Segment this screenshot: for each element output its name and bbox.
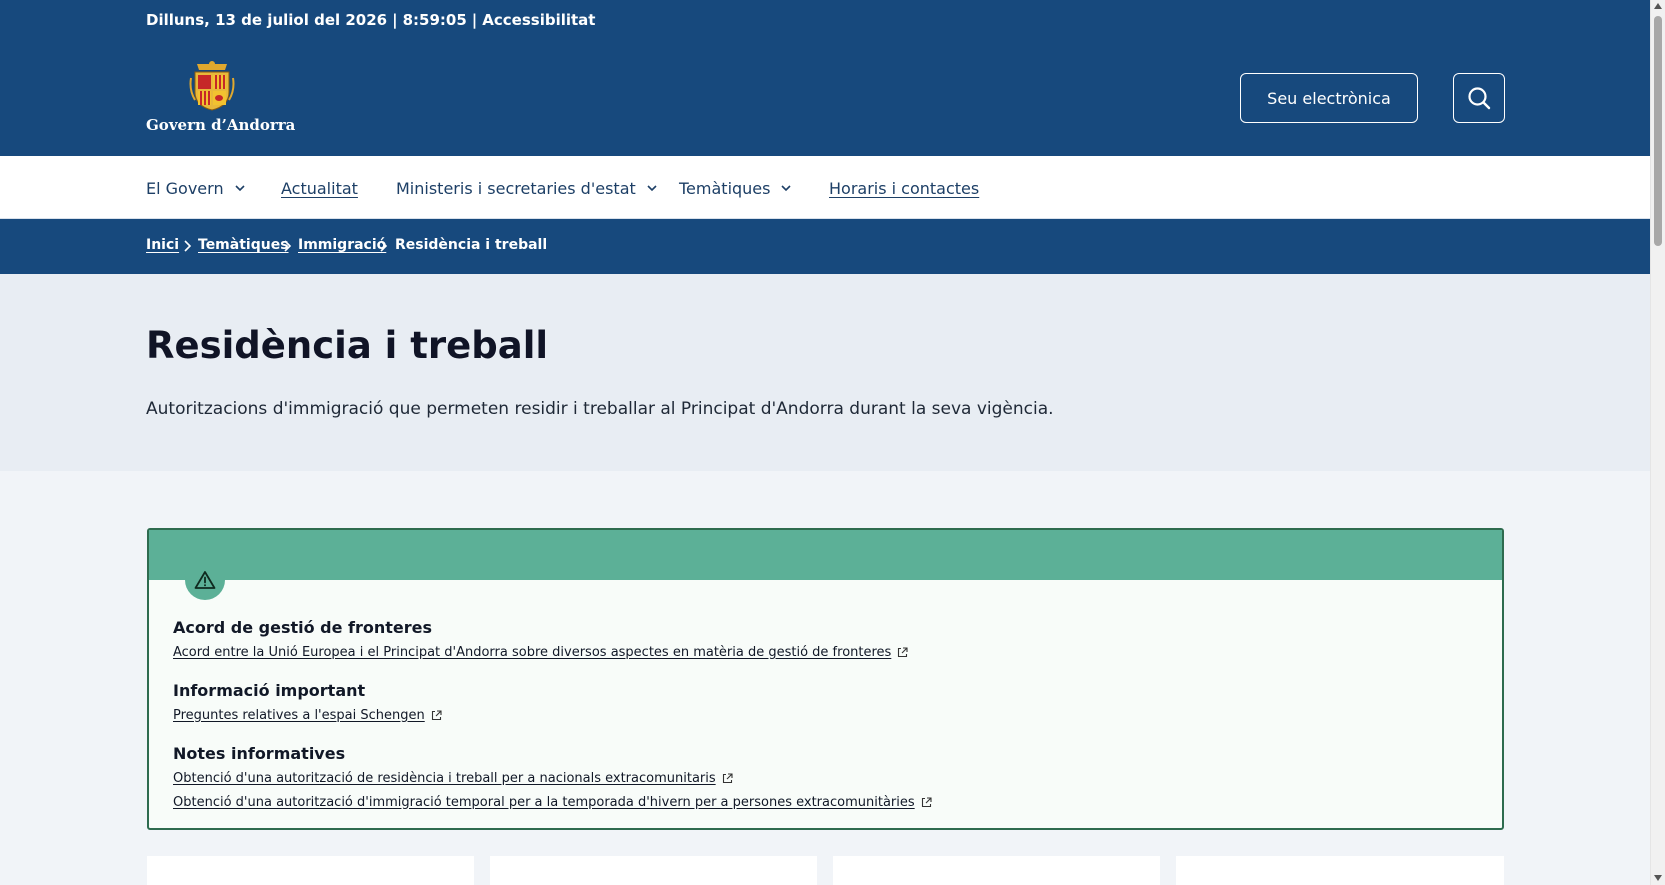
alert-header-band: [149, 530, 1502, 580]
scroll-down-arrow-icon[interactable]: [1654, 875, 1662, 881]
chevron-down-icon: [781, 185, 792, 192]
nav-item-ministeris[interactable]: Ministeris i secretaries d'estat: [396, 177, 658, 199]
external-link-icon: [921, 796, 932, 807]
separator: |: [392, 11, 398, 29]
chevron-right-icon: [184, 240, 192, 252]
alert-icon-badge: [185, 560, 225, 600]
alert-section-notes: Notes informatives Obtenció d'una autori…: [173, 744, 932, 814]
alert-link[interactable]: Obtenció d'una autorització de residènci…: [173, 766, 932, 790]
alert-link[interactable]: Obtenció d'una autorització d'immigració…: [173, 790, 932, 814]
alert-link[interactable]: Preguntes relatives a l'espai Schengen: [173, 703, 442, 727]
search-button[interactable]: [1453, 73, 1505, 123]
scrollbar-thumb[interactable]: [1654, 16, 1662, 246]
nav-item-el-govern[interactable]: El Govern: [146, 177, 246, 199]
alert-section-heading: Notes informatives: [173, 744, 346, 763]
date-time-bar: Dilluns, 13 de juliol del 2026 | 8:59:05 | A…: [146, 11, 595, 29]
accessibility-link[interactable]: Accessibilitat: [482, 11, 595, 29]
alert-link-text: Obtenció d'una autorització d'immigració…: [173, 794, 915, 810]
alert-link[interactable]: Acord entre la Unió Europea i el Princip…: [173, 640, 908, 664]
separator: |: [471, 11, 478, 29]
alert-section-heading: Informació important: [173, 681, 366, 700]
nav-item-tematiques[interactable]: Temàtiques: [679, 177, 792, 199]
alert-link-text: Preguntes relatives a l'espai Schengen: [173, 707, 425, 723]
alert-box: Acord de gestió de fronteres Acord entre…: [147, 528, 1504, 830]
site-header: Dilluns, 13 de juliol del 2026 | 8:59:05 | A…: [0, 0, 1650, 156]
external-link-icon: [898, 646, 908, 657]
page-hero: Residència i treball Autoritzacions d'im…: [0, 274, 1650, 471]
nav-item-label: Temàtiques: [679, 178, 771, 198]
seu-electronica-button[interactable]: Seu electrònica: [1240, 73, 1418, 123]
nav-item-label: Ministeris i secretaries d'estat: [396, 178, 636, 198]
topic-card[interactable]: [490, 856, 817, 885]
topic-card[interactable]: [833, 856, 1160, 885]
andorra-coat-of-arms-icon: [189, 61, 235, 111]
alert-link-text: Acord entre la Unió Europea i el Princip…: [173, 644, 892, 660]
chevron-down-icon: [235, 185, 245, 192]
page-title: Residència i treball: [146, 324, 549, 367]
scroll-up-arrow-icon[interactable]: [1654, 3, 1662, 9]
page-scrollbar[interactable]: [1650, 0, 1665, 885]
search-icon: [1468, 87, 1491, 110]
topic-card[interactable]: [1176, 856, 1504, 885]
warning-icon: [194, 571, 216, 589]
logo-text: Govern d’Andorra: [146, 116, 296, 134]
current-time: 8:59:05: [402, 11, 467, 29]
government-logo[interactable]: Govern d’Andorra: [146, 60, 295, 140]
topic-card[interactable]: [147, 856, 474, 885]
alert-section-fronteres: Acord de gestió de fronteres Acord entre…: [173, 618, 908, 664]
breadcrumb-tematiques[interactable]: Temàtiques: [198, 237, 289, 253]
nav-item-actualitat[interactable]: Actualitat: [281, 177, 358, 199]
chevron-right-icon: [380, 240, 388, 252]
alert-section-informacio: Informació important Preguntes relatives…: [173, 681, 442, 727]
nav-item-label: El Govern: [146, 178, 224, 198]
alert-link-text: Obtenció d'una autorització de residènci…: [173, 770, 716, 786]
breadcrumb: Inici Temàtiques Immigració Residència i…: [0, 219, 1650, 274]
alert-section-heading: Acord de gestió de fronteres: [173, 618, 433, 637]
chevron-down-icon: [647, 185, 657, 192]
breadcrumb-inici[interactable]: Inici: [146, 237, 179, 253]
chevron-right-icon: [284, 240, 292, 252]
page-description: Autoritzacions d'immigració que permeten…: [146, 399, 1054, 419]
external-link-icon: [722, 772, 733, 783]
current-date: Dilluns, 13 de juliol del 2026: [146, 11, 388, 29]
breadcrumb-current: Residència i treball: [395, 237, 548, 253]
breadcrumb-immigracio[interactable]: Immigració: [298, 237, 386, 253]
nav-item-horaris[interactable]: Horaris i contactes: [829, 177, 979, 199]
main-navigation: El Govern Actualitat Ministeris i secret…: [0, 156, 1650, 219]
external-link-icon: [431, 709, 442, 720]
